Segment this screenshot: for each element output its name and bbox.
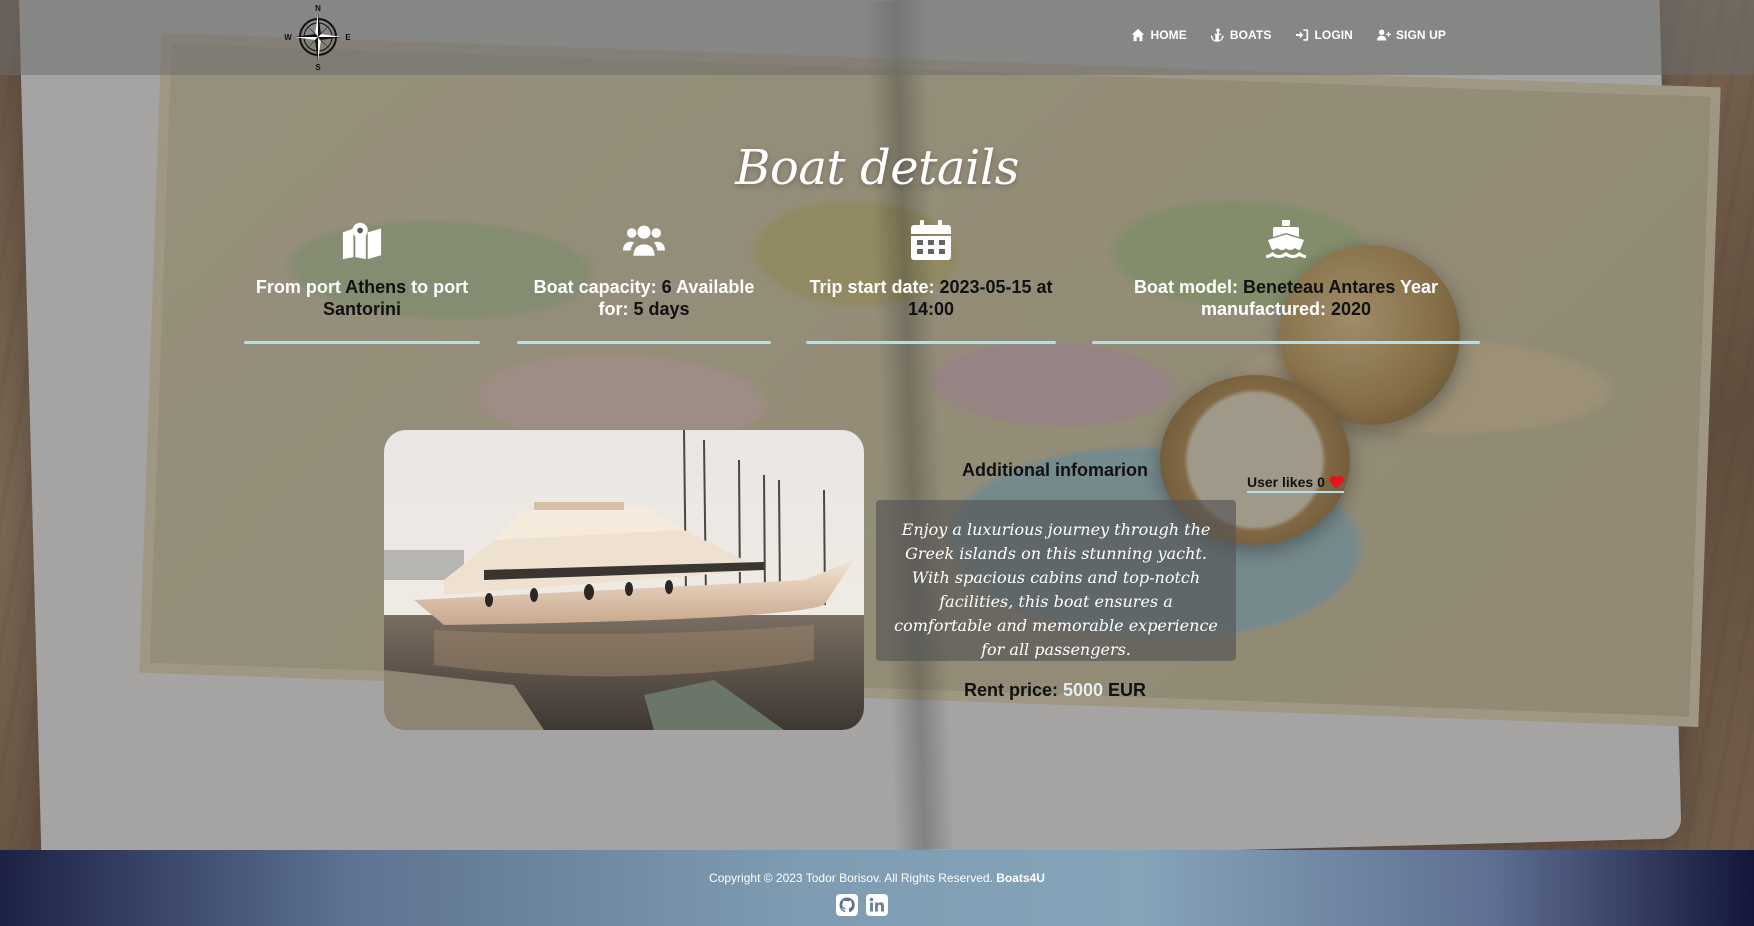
likes-underline xyxy=(1247,491,1344,493)
calendar-icon xyxy=(911,220,951,260)
logo-letter-e: E xyxy=(345,33,351,42)
nav-boats-label: BOATS xyxy=(1229,28,1272,42)
available-value: 5 days xyxy=(633,299,690,319)
nav-signup-link[interactable]: SIGN UP xyxy=(1376,28,1446,42)
route-underline xyxy=(244,341,480,344)
nav-home-link[interactable]: HOME xyxy=(1131,28,1187,42)
users-icon xyxy=(623,225,665,256)
user-likes: User likes 0 xyxy=(1247,474,1344,493)
nav-login-label: LOGIN xyxy=(1314,28,1353,42)
anchor-icon xyxy=(1210,28,1224,42)
footer-brand: Boats4U xyxy=(996,871,1045,885)
page-title: Boat details xyxy=(735,140,1019,196)
navbar: N S W E HOME BOATS LOGIN SIGN UP xyxy=(0,0,1754,75)
home-icon xyxy=(1132,28,1145,42)
logo-letter-n: N xyxy=(315,4,321,13)
capacity-text: Boat capacity: 6 Available for: 5 days xyxy=(517,276,771,320)
route-feature: From port Athens to port Santorini xyxy=(244,220,480,344)
ship-icon xyxy=(1266,220,1306,258)
github-icon[interactable] xyxy=(836,894,858,916)
sign-in-icon xyxy=(1296,29,1309,41)
rent-label: Rent price: xyxy=(963,680,1063,700)
additional-info-title: Additional infomarion xyxy=(962,460,1148,480)
rent-value: 5000 xyxy=(1062,680,1104,700)
compass-logo-icon[interactable]: N S W E xyxy=(284,3,352,72)
model-feature: Boat model: Beneteau Antares Year manufa… xyxy=(1092,220,1480,344)
nav-signup-label: SIGN UP xyxy=(1395,28,1446,42)
boat-photo xyxy=(384,430,864,730)
start-date-underline xyxy=(806,341,1056,344)
boat-description: Enjoy a luxurious journey through the Gr… xyxy=(876,500,1236,661)
copyright-text: Copyright © 2023 Todor Borisov. All Righ… xyxy=(0,871,1754,885)
start-date-feature: Trip start date: 2023-05-15 at 14:00 xyxy=(806,220,1056,344)
route-to-value: Santorini xyxy=(322,299,401,319)
route-text: From port Athens to port Santorini xyxy=(244,276,480,320)
heart-icon[interactable] xyxy=(1329,475,1344,489)
year-value: 2020 xyxy=(1330,299,1372,319)
capacity-feature: Boat capacity: 6 Available for: 5 days xyxy=(517,220,771,344)
logo-letter-s: S xyxy=(315,63,321,71)
model-label: Boat model: xyxy=(1133,277,1243,297)
rent-price: Rent price: 5000 EUR xyxy=(876,680,1234,701)
rent-currency: EUR xyxy=(1103,680,1147,700)
user-plus-icon xyxy=(1376,29,1391,41)
route-to-label: to port xyxy=(406,277,469,297)
nav-login-link[interactable]: LOGIN xyxy=(1295,28,1353,42)
linkedin-icon[interactable] xyxy=(866,894,888,916)
map-marker-icon xyxy=(342,222,382,260)
likes-count: 0 xyxy=(1317,474,1325,490)
logo-letter-w: W xyxy=(284,33,292,42)
nav-links: HOME BOATS LOGIN SIGN UP xyxy=(1131,28,1446,42)
capacity-value: 6 xyxy=(661,277,672,297)
social-links xyxy=(836,894,888,916)
route-from-label: From port xyxy=(255,277,346,297)
route-from-value: Athens xyxy=(345,277,407,297)
main-content: Boat details From port Athens to port Sa… xyxy=(0,0,1754,850)
model-value: Beneteau Antares xyxy=(1242,277,1396,297)
nav-boats-link[interactable]: BOATS xyxy=(1210,28,1272,42)
likes-label: User likes xyxy=(1247,474,1314,490)
start-date-text: Trip start date: 2023-05-15 at 14:00 xyxy=(806,276,1056,320)
nav-home-label: HOME xyxy=(1150,28,1187,42)
capacity-label: Boat capacity: xyxy=(533,277,662,297)
start-date-label: Trip start date: xyxy=(809,277,940,297)
footer: Copyright © 2023 Todor Borisov. All Righ… xyxy=(0,850,1754,926)
copyright-label: Copyright © 2023 Todor Borisov. All Righ… xyxy=(709,871,997,885)
model-underline xyxy=(1092,341,1480,344)
model-text: Boat model: Beneteau Antares Year manufa… xyxy=(1092,276,1480,320)
capacity-underline xyxy=(517,341,771,344)
